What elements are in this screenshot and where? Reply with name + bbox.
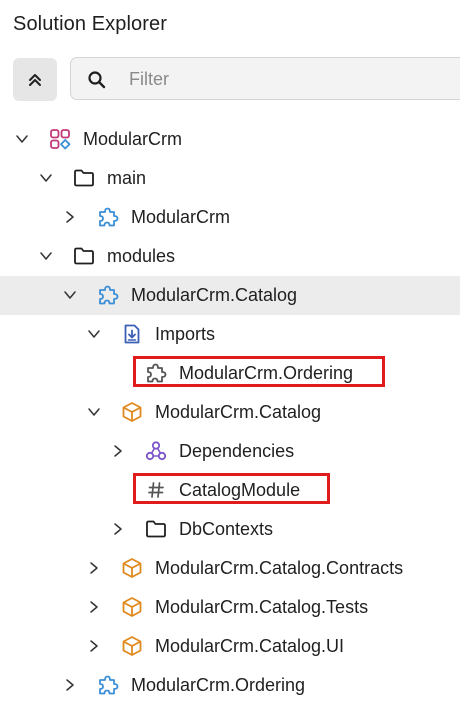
tree-item-label: ModularCrm.Catalog	[155, 402, 322, 422]
tree-item-label: CatalogModule	[179, 480, 301, 500]
tree-item-folder-main[interactable]: main	[0, 159, 460, 198]
tree-item-label: Imports	[155, 324, 216, 344]
folder-icon	[73, 167, 95, 189]
module-puzzle-icon	[97, 284, 119, 306]
chevron-right-icon[interactable]	[87, 600, 101, 614]
double-chevron-up-icon	[26, 71, 44, 89]
tree-item-package-ui[interactable]: ModularCrm.Catalog.UI	[0, 627, 460, 666]
tree-item-package-tests[interactable]: ModularCrm.Catalog.Tests	[0, 588, 460, 627]
tree-item-label: ModularCrm.Catalog.Tests	[155, 597, 369, 617]
folder-icon	[73, 245, 95, 267]
search-input[interactable]	[129, 64, 429, 94]
search-icon	[87, 70, 107, 90]
chevron-right-icon[interactable]	[87, 639, 101, 653]
module-puzzle-icon	[97, 206, 119, 228]
chevron-right-icon[interactable]	[63, 678, 77, 692]
tree-item-label: modules	[107, 246, 176, 266]
package-icon	[121, 596, 143, 618]
tree-item-folder-modules[interactable]: modules	[0, 237, 460, 276]
chevron-down-icon[interactable]	[87, 327, 101, 341]
folder-icon	[145, 518, 167, 540]
chevron-down-icon[interactable]	[63, 288, 77, 302]
solution-explorer-panel: Solution Explorer Filter ModularCrm main…	[0, 0, 460, 718]
tree-item-label: ModularCrm	[83, 129, 183, 149]
tree-item-module-modularcrm[interactable]: ModularCrm	[0, 198, 460, 237]
search-field[interactable]	[70, 57, 460, 100]
tree-item-label: Dependencies	[179, 441, 295, 461]
dependencies-icon	[145, 440, 167, 462]
tree-item-label: ModularCrm.Catalog	[131, 285, 298, 305]
chevron-right-icon[interactable]	[111, 522, 125, 536]
package-icon	[121, 635, 143, 657]
tree-item-import-ordering[interactable]: ModularCrm.Ordering	[0, 354, 460, 393]
chevron-down-icon[interactable]	[15, 132, 29, 146]
module-puzzle-icon	[97, 674, 119, 696]
tree-item-label: ModularCrm.Ordering	[179, 363, 354, 383]
collapse-all-button[interactable]	[13, 58, 57, 101]
package-icon	[121, 557, 143, 579]
chevron-right-icon[interactable]	[111, 444, 125, 458]
tree-item-label: ModularCrm.Catalog.Contracts	[155, 558, 404, 578]
chevron-down-icon[interactable]	[39, 171, 53, 185]
tree-item-package-catalog[interactable]: ModularCrm.Catalog	[0, 393, 460, 432]
tree-item-solution[interactable]: ModularCrm	[0, 120, 460, 159]
tree-item-folder-dbcontexts[interactable]: DbContexts	[0, 510, 460, 549]
solution-tree: ModularCrm main ModularCrm modules Modul…	[0, 120, 460, 705]
tree-item-dependencies[interactable]: Dependencies	[0, 432, 460, 471]
tree-item-package-contracts[interactable]: ModularCrm.Catalog.Contracts	[0, 549, 460, 588]
chevron-right-icon[interactable]	[63, 210, 77, 224]
tree-item-label: DbContexts	[179, 519, 274, 539]
tree-item-label: ModularCrm	[131, 207, 231, 227]
package-icon	[121, 401, 143, 423]
chevron-down-icon[interactable]	[87, 405, 101, 419]
tree-item-imports[interactable]: Imports	[0, 315, 460, 354]
hash-icon	[145, 479, 167, 501]
module-puzzle-outline-icon	[145, 362, 167, 384]
chevron-down-icon[interactable]	[39, 249, 53, 263]
tree-item-catalog-module[interactable]: CatalogModule	[0, 471, 460, 510]
panel-title: Solution Explorer	[13, 13, 168, 35]
imports-icon	[121, 323, 143, 345]
solution-icon	[49, 128, 71, 150]
tree-item-label: ModularCrm.Ordering	[131, 675, 306, 695]
tree-item-label: main	[107, 168, 147, 188]
tree-item-module-catalog[interactable]: ModularCrm.Catalog	[0, 276, 460, 315]
chevron-right-icon[interactable]	[87, 561, 101, 575]
tree-item-module-ordering[interactable]: ModularCrm.Ordering	[0, 666, 460, 705]
tree-item-label: ModularCrm.Catalog.UI	[155, 636, 345, 656]
